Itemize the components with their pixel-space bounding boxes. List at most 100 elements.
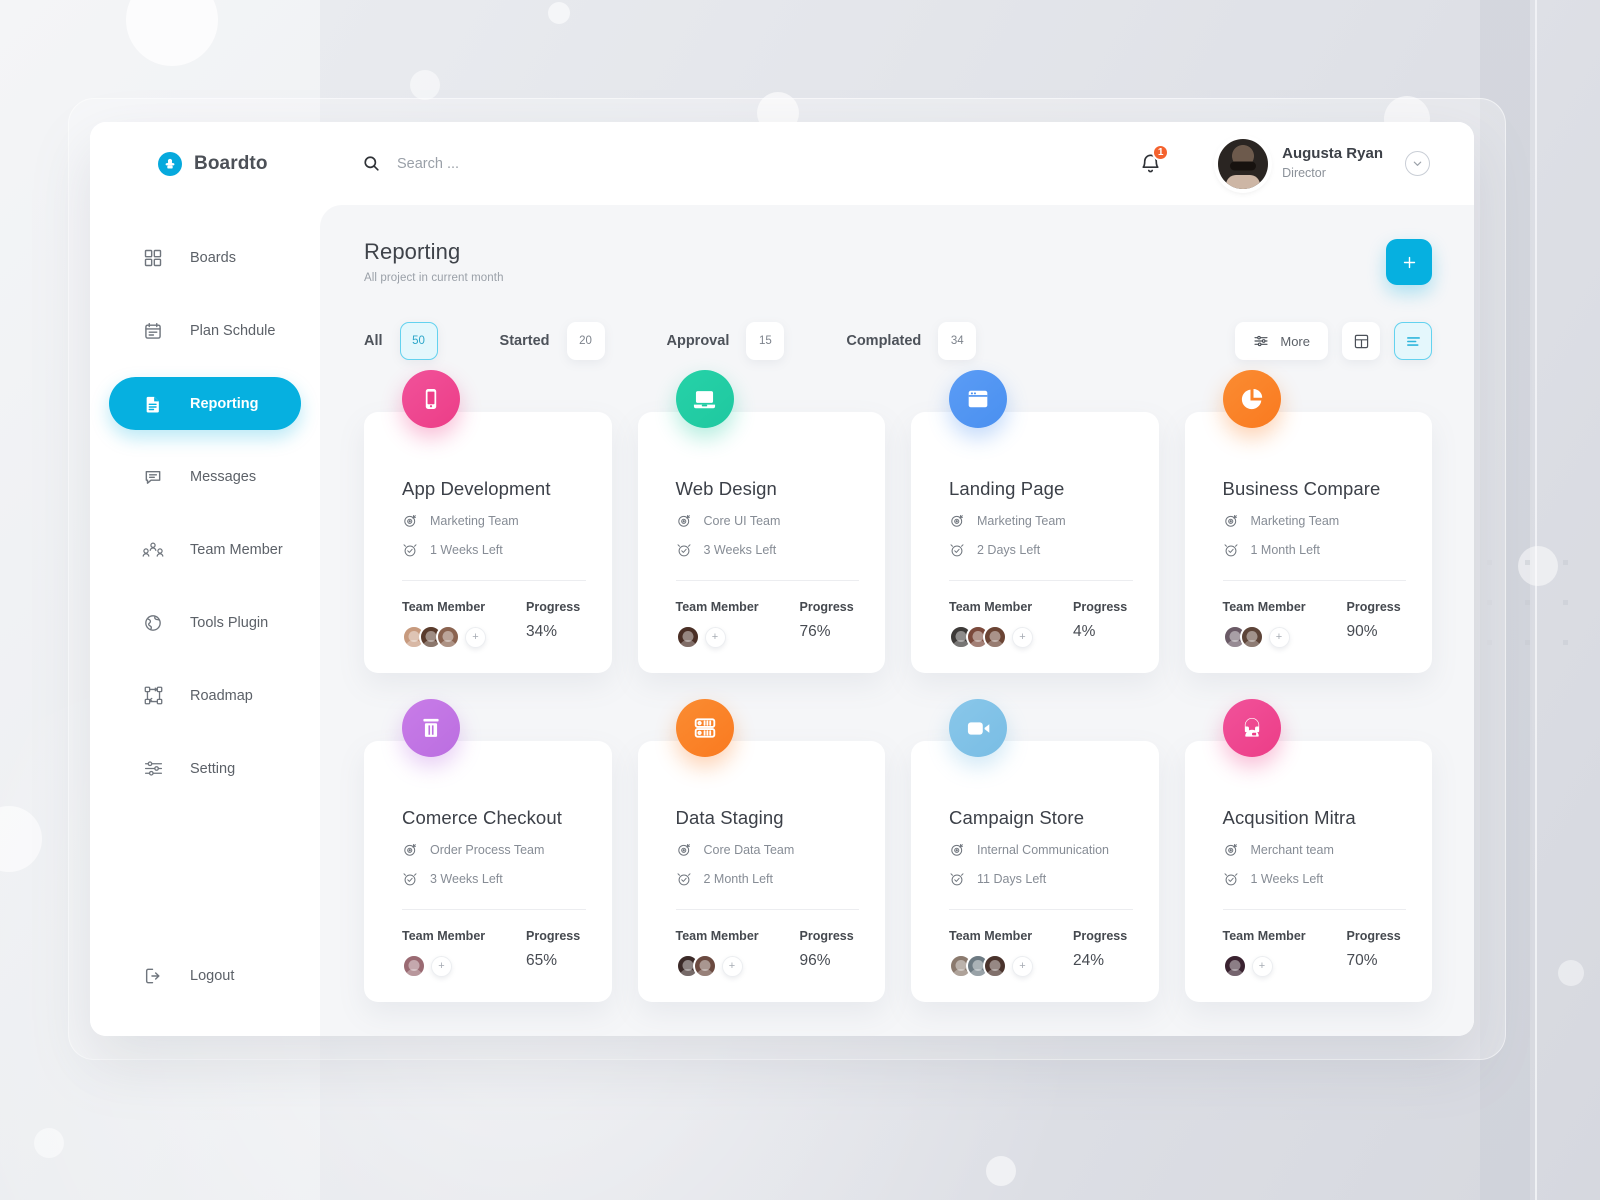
avatar-stack: + [675, 625, 798, 649]
project-card[interactable]: Campaign Store Internal Communication 11… [911, 699, 1159, 1002]
alarm-icon [949, 542, 965, 558]
filter-tab-approval[interactable]: Approval [667, 333, 730, 349]
project-team: Marketing Team [430, 514, 519, 528]
decorative-circle [410, 70, 440, 100]
chat-icon [142, 466, 164, 488]
project-team: Merchant team [1250, 843, 1334, 857]
avatar-stack: + [949, 954, 1071, 978]
alarm-icon [1223, 542, 1239, 558]
project-card-body[interactable]: Business Compare Marketing Team 1 Month … [1184, 412, 1432, 673]
sidebar-item-setting[interactable]: Setting [109, 742, 301, 795]
search-input[interactable] [397, 155, 677, 172]
add-member-button[interactable]: + [1268, 626, 1290, 648]
document-icon [142, 393, 164, 415]
filter-count-all[interactable]: 50 [399, 322, 438, 360]
more-label: More [1280, 333, 1310, 349]
project-team-row: Marketing Team [949, 513, 1133, 529]
add-member-button[interactable]: + [1012, 626, 1033, 648]
sidebar-item-logout[interactable]: Logout [109, 949, 301, 1002]
sidebar-item-messages[interactable]: Messages [109, 450, 301, 503]
user-name: Augusta Ryan [1282, 144, 1383, 162]
filter-count-complated[interactable]: 34 [938, 322, 977, 360]
project-card[interactable]: Business Compare Marketing Team 1 Month … [1184, 370, 1432, 673]
add-member-button[interactable]: + [704, 626, 726, 648]
card-footer: Team Member + Progress 96% [675, 929, 860, 978]
sidebar: Boards Plan Schdule Reporting Messages T… [90, 205, 320, 1036]
filter-tab-started[interactable]: Started [500, 333, 550, 349]
project-card-body[interactable]: Landing Page Marketing Team 2 Days Left … [911, 412, 1159, 673]
avatar [402, 954, 426, 978]
sidebar-item-roadmap[interactable]: Roadmap [109, 669, 301, 722]
project-team: Marketing Team [977, 514, 1066, 528]
progress-value: 34% [526, 623, 558, 640]
pie-chart-icon [1222, 370, 1281, 428]
add-member-button[interactable]: + [1012, 955, 1033, 977]
project-card-body[interactable]: Acqusition Mitra Merchant team 1 Weeks L… [1184, 741, 1432, 1002]
filter-count-approval[interactable]: 15 [746, 322, 785, 360]
card-footer: Team Member + Progress 24% [949, 929, 1133, 978]
card-swipe-icon [402, 699, 460, 757]
avatar-stack: + [675, 954, 798, 978]
team-member-column: Team Member + [675, 929, 798, 978]
team-member-column: Team Member + [1222, 929, 1345, 978]
sidebar-item-label: Roadmap [190, 687, 253, 704]
project-card-body[interactable]: App Development Marketing Team 1 Weeks L… [364, 412, 612, 673]
project-card[interactable]: App Development Marketing Team 1 Weeks L… [364, 370, 612, 673]
projects-grid: App Development Marketing Team 1 Weeks L… [364, 370, 1432, 1002]
project-card-body[interactable]: Campaign Store Internal Communication 11… [911, 741, 1159, 1002]
notifications-button[interactable]: 1 [1139, 144, 1170, 176]
progress-value: 65% [526, 952, 558, 969]
more-filters-button[interactable]: More [1235, 322, 1328, 360]
project-time-left: 1 Month Left [1250, 543, 1321, 557]
project-team: Order Process Team [430, 843, 545, 857]
project-card-body[interactable]: Data Staging Core Data Team 2 Month Left… [637, 741, 885, 1002]
progress-column: Progress 70% [1347, 929, 1401, 970]
search-box[interactable] [362, 154, 677, 173]
avatar [1218, 138, 1269, 189]
project-time-row: 3 Weeks Left [402, 871, 586, 887]
team-member-label: Team Member [402, 600, 486, 614]
project-time-row: 11 Days Left [949, 871, 1133, 887]
project-card-body[interactable]: Web Design Core UI Team 3 Weeks Left Tea… [637, 412, 885, 673]
sidebar-item-boards[interactable]: Boards [109, 231, 301, 284]
sidebar-item-tools-plugin[interactable]: Tools Plugin [109, 596, 301, 649]
card-footer: Team Member + Progress 90% [1222, 600, 1407, 649]
avatar-stack: + [949, 625, 1071, 649]
sidebar-item-label: Messages [190, 468, 257, 485]
calendar-icon [142, 320, 164, 342]
filter-bar: All 50 Started 20 Approval 15 Complated 34 More [364, 322, 1432, 360]
project-title: Comerce Checkout [402, 807, 562, 828]
browser-icon [949, 370, 1007, 428]
add-member-button[interactable]: + [721, 955, 743, 977]
project-card[interactable]: Web Design Core UI Team 3 Weeks Left Tea… [637, 370, 885, 673]
brand[interactable]: Boardto [90, 151, 320, 176]
team-member-label: Team Member [675, 929, 759, 943]
grid-view-button[interactable] [1342, 322, 1380, 360]
plus-icon [1401, 254, 1418, 271]
sidebar-item-label: Reporting [190, 395, 259, 412]
sidebar-item-team-member[interactable]: Team Member [109, 523, 301, 576]
sidebar-item-reporting[interactable]: Reporting [109, 377, 301, 430]
filter-count-started[interactable]: 20 [566, 322, 605, 360]
add-project-button[interactable] [1386, 239, 1432, 285]
user-profile[interactable]: Augusta Ryan Director [1218, 138, 1383, 189]
project-card[interactable]: Landing Page Marketing Team 2 Days Left … [911, 370, 1159, 673]
add-member-button[interactable]: + [465, 626, 486, 648]
page-heading-group: Reporting All project in current month [364, 239, 504, 284]
project-card-body[interactable]: Comerce Checkout Order Process Team 3 We… [364, 741, 612, 1002]
people-icon [142, 539, 164, 561]
add-member-button[interactable]: + [1251, 955, 1273, 977]
decorative-circle [548, 2, 570, 24]
list-view-button[interactable] [1394, 322, 1432, 360]
project-card[interactable]: Data Staging Core Data Team 2 Month Left… [637, 699, 885, 1002]
sidebar-item-plan-schdule[interactable]: Plan Schdule [109, 304, 301, 357]
filter-tab-all[interactable]: All [364, 333, 383, 349]
page-subtitle: All project in current month [364, 272, 504, 284]
filter-tabs: All 50 Started 20 Approval 15 Complated 34 [364, 322, 977, 360]
user-dropdown-button[interactable] [1405, 151, 1430, 176]
card-footer: Team Member + Progress 34% [402, 600, 586, 649]
filter-tab-complated[interactable]: Complated [846, 333, 921, 349]
project-card[interactable]: Acqusition Mitra Merchant team 1 Weeks L… [1184, 699, 1432, 1002]
project-card[interactable]: Comerce Checkout Order Process Team 3 We… [364, 699, 612, 1002]
add-member-button[interactable]: + [431, 955, 452, 977]
